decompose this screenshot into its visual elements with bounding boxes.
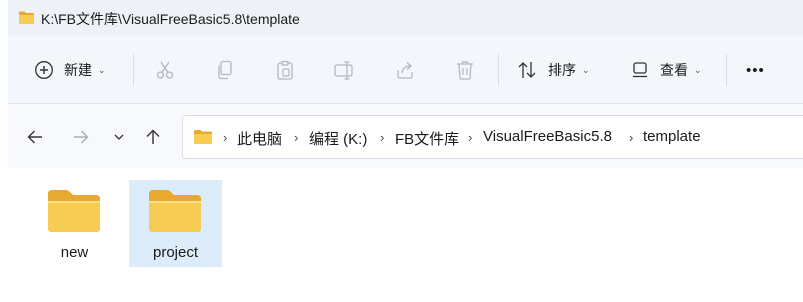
- copy-icon: [218, 60, 232, 80]
- view-button-label: 查看: [660, 62, 688, 78]
- cut-button[interactable]: [154, 50, 176, 90]
- paste-button[interactable]: [274, 50, 296, 90]
- arrow-left-icon: [27, 130, 42, 144]
- divider: [133, 54, 134, 86]
- more-options-button[interactable]: •••: [746, 50, 765, 90]
- command-bar: 新建 ⌄ 排序 ⌄ 查看 ⌄ •••: [8, 36, 803, 104]
- folder-name: new: [60, 244, 89, 261]
- folder-icon: [48, 190, 100, 232]
- recent-locations-button[interactable]: [106, 124, 132, 150]
- folder-item-project[interactable]: project: [129, 180, 222, 267]
- arrow-up-icon: [146, 129, 160, 144]
- window-left-border: [0, 0, 8, 302]
- new-button[interactable]: 新建 ⌄: [34, 50, 106, 90]
- chevron-down-icon: ⌄: [582, 64, 590, 75]
- view-button[interactable]: 查看 ⌄: [630, 50, 702, 90]
- new-button-label: 新建: [64, 62, 92, 78]
- back-button[interactable]: [22, 124, 48, 150]
- folder-name: project: [152, 244, 199, 261]
- arrow-right-icon: [74, 130, 89, 144]
- view-icon: [633, 62, 647, 78]
- chevron-down-icon: ⌄: [98, 64, 106, 75]
- folder-item-new[interactable]: new: [28, 180, 121, 267]
- folder-icon: [19, 11, 34, 24]
- share-button[interactable]: [394, 50, 416, 90]
- breadcrumb-template[interactable]: template: [643, 128, 701, 145]
- delete-icon: [457, 61, 473, 80]
- sort-icon: [518, 62, 536, 78]
- navigation-row: › 此电脑 › 编程 (K:) › FB文件库 › VisualFreeBasi…: [8, 104, 803, 168]
- chevron-down-icon: ⌄: [694, 64, 702, 75]
- breadcrumb-fb-library[interactable]: FB文件库: [395, 128, 459, 149]
- paste-icon: [277, 60, 293, 80]
- breadcrumb-visualfreebasic[interactable]: VisualFreeBasic5.8: [483, 128, 612, 145]
- more-options-icon: •••: [746, 61, 765, 79]
- folder-icon: [194, 130, 212, 144]
- address-bar[interactable]: › 此电脑 › 编程 (K:) › FB文件库 › VisualFreeBasi…: [182, 115, 803, 159]
- delete-button[interactable]: [454, 50, 476, 90]
- file-explorer-window: K:\FB文件库\VisualFreeBasic5.8\template 新建 …: [0, 0, 803, 302]
- breadcrumb-separator: ›: [380, 130, 385, 145]
- sort-button[interactable]: 排序 ⌄: [516, 50, 590, 90]
- divider: [498, 54, 499, 86]
- breadcrumb-this-pc[interactable]: 此电脑: [237, 128, 282, 149]
- divider: [726, 54, 727, 86]
- file-list-area[interactable]: new project: [8, 168, 803, 302]
- breadcrumb-separator: ›: [629, 130, 634, 145]
- up-button[interactable]: [140, 124, 166, 150]
- window-title: K:\FB文件库\VisualFreeBasic5.8\template: [41, 11, 300, 27]
- breadcrumb-drive-k[interactable]: 编程 (K:): [309, 128, 367, 149]
- cut-icon: [156, 61, 174, 79]
- breadcrumb-separator: ›: [294, 130, 299, 145]
- copy-button[interactable]: [214, 50, 236, 90]
- rename-button[interactable]: [333, 50, 357, 90]
- share-icon: [397, 62, 413, 79]
- breadcrumb-separator: ›: [223, 130, 228, 145]
- plus-circle-icon: [35, 61, 53, 79]
- folder-icon: [149, 190, 201, 232]
- sort-button-label: 排序: [548, 62, 576, 78]
- rename-icon: [334, 61, 353, 80]
- title-bar[interactable]: K:\FB文件库\VisualFreeBasic5.8\template: [8, 0, 803, 36]
- chevron-down-icon: [114, 134, 124, 140]
- breadcrumb-separator: ›: [468, 130, 473, 145]
- forward-button[interactable]: [68, 124, 94, 150]
